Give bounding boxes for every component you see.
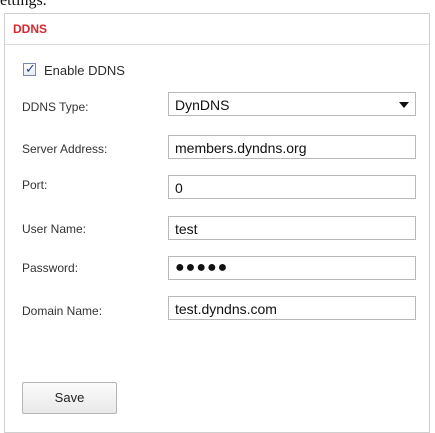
domain-name-value: test.dyndns.com xyxy=(175,301,277,317)
server-address-label: Server Address: xyxy=(22,142,108,156)
enable-ddns-checkbox[interactable]: ✓ xyxy=(23,61,36,76)
save-button[interactable]: Save xyxy=(22,382,117,414)
previous-section-text: ettings. xyxy=(0,0,47,9)
ddns-panel: DDNS ✓ Enable DDNS DDNS Type: DynDNS Ser… xyxy=(4,13,430,433)
password-input[interactable]: ●●●●● xyxy=(168,256,416,280)
domain-name-label: Domain Name: xyxy=(22,304,103,318)
user-name-input[interactable]: test xyxy=(168,216,416,240)
ddns-type-value: DynDNS xyxy=(175,97,230,113)
enable-ddns-label: Enable DDNS xyxy=(44,63,125,78)
panel-header: DDNS xyxy=(5,14,429,45)
port-value: 0 xyxy=(175,180,183,196)
ddns-type-label: DDNS Type: xyxy=(22,100,89,114)
server-address-input[interactable]: members.dyndns.org xyxy=(168,135,416,159)
ddns-type-select[interactable]: DynDNS xyxy=(168,92,416,116)
chevron-down-icon xyxy=(399,102,409,108)
domain-name-input[interactable]: test.dyndns.com xyxy=(168,296,416,320)
password-label: Password: xyxy=(22,261,79,275)
port-input[interactable]: 0 xyxy=(168,175,416,199)
port-label: Port: xyxy=(22,178,48,192)
panel-title: DDNS xyxy=(13,22,48,36)
server-address-value: members.dyndns.org xyxy=(175,140,307,156)
checkmark-icon: ✓ xyxy=(25,61,36,76)
user-name-label: User Name: xyxy=(22,222,87,236)
user-name-value: test xyxy=(175,221,198,237)
password-value: ●●●●● xyxy=(175,259,229,276)
